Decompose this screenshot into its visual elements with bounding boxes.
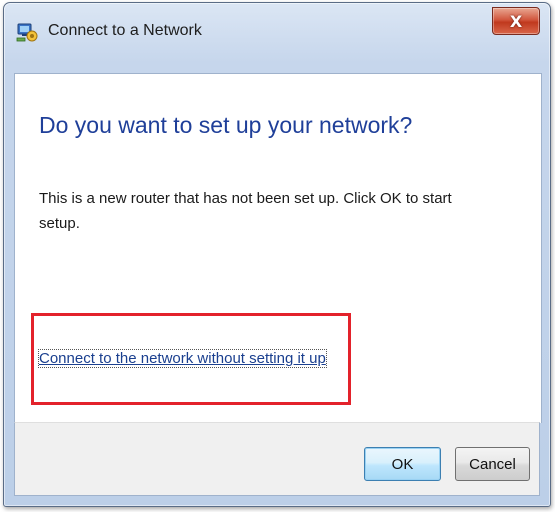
close-icon: X <box>509 11 523 31</box>
dialog-window: Connect to a Network X Do you want to se… <box>3 2 551 507</box>
window-title: Connect to a Network <box>48 22 202 39</box>
connect-without-setup-link[interactable]: Connect to the network without setting i… <box>38 349 327 368</box>
button-bar: OK Cancel <box>14 422 540 496</box>
content-panel: Do you want to set up your network? This… <box>14 73 542 423</box>
main-heading: Do you want to set up your network? <box>39 112 413 138</box>
cancel-button[interactable]: Cancel <box>455 447 530 481</box>
network-setup-icon <box>16 21 38 43</box>
close-button[interactable]: X <box>492 7 540 35</box>
title-bar: Connect to a Network X <box>4 3 550 73</box>
ok-button[interactable]: OK <box>364 447 441 481</box>
description-text: This is a new router that has not been s… <box>39 190 452 232</box>
